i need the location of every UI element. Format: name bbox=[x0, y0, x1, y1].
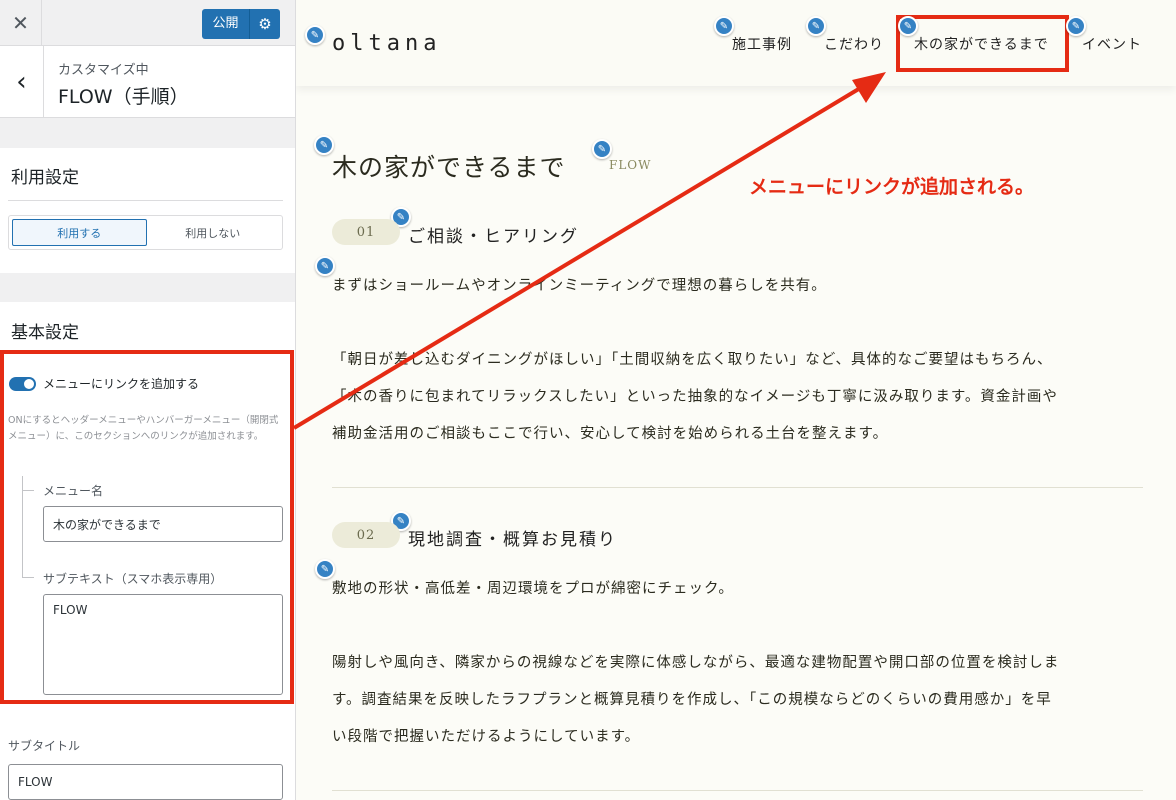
pencil-icon[interactable]: ✎ bbox=[592, 139, 612, 159]
highlight-box-settings bbox=[0, 350, 294, 704]
publish-label[interactable]: 公開 bbox=[202, 9, 250, 39]
step-number: 02 bbox=[332, 522, 400, 548]
chevron-left-icon: ‹ bbox=[16, 67, 27, 97]
step-title: ご相談・ヒアリング bbox=[408, 227, 579, 247]
section-subheading: FLOW bbox=[609, 158, 652, 172]
step-line: まずはショールームやオンラインミーティングで理想の暮らしを共有。 bbox=[332, 278, 827, 294]
step-number: 01 bbox=[332, 219, 400, 245]
section-heading: 木の家ができるまで bbox=[332, 153, 566, 182]
pencil-icon[interactable]: ✎ bbox=[305, 25, 325, 45]
step-line: 陽射しや風向き、隣家からの視線などを実際に体感しながら、最適な建物配置や開口部の… bbox=[332, 655, 1060, 671]
section-header: ‹ カスタマイズ中 FLOW（手順） bbox=[0, 46, 295, 118]
step-body: 敷地の形状・高低差・周辺環境をプロが綿密にチェック。 陽射しや風向き、隣家からの… bbox=[332, 571, 1142, 756]
step-line bbox=[332, 305, 1142, 342]
panel-gap bbox=[0, 118, 295, 148]
close-icon: ✕ bbox=[12, 11, 29, 35]
close-button[interactable]: ✕ bbox=[0, 0, 42, 46]
usage-toggle-group: 利用する 利用しない bbox=[8, 215, 283, 250]
usage-heading: 利用設定 bbox=[11, 168, 79, 188]
site-preview: oltana 施工事例 こだわり 木の家ができるまで イベント ✎ ✎ ✎ ✎ … bbox=[296, 0, 1176, 800]
site-logo[interactable]: oltana bbox=[332, 31, 441, 56]
panel-gap bbox=[0, 273, 295, 302]
nav-item-commitment[interactable]: こだわり bbox=[824, 34, 884, 54]
highlight-box-nav bbox=[896, 15, 1069, 72]
divider bbox=[8, 200, 283, 201]
usage-option-off[interactable]: 利用しない bbox=[147, 219, 280, 246]
step-line: 「朝日が差し込むダイニングがほしい」「土間収納を広く取りたい」など、具体的なご要… bbox=[332, 352, 1053, 368]
back-button[interactable]: ‹ bbox=[0, 46, 44, 118]
gear-icon[interactable]: ⚙ bbox=[250, 15, 280, 33]
section-title: FLOW（手順） bbox=[58, 86, 189, 108]
annotation-text: メニューにリンクが追加される。 bbox=[749, 177, 1035, 198]
pencil-icon[interactable]: ✎ bbox=[1066, 16, 1086, 36]
basic-heading: 基本設定 bbox=[11, 323, 79, 343]
customizer-sidebar: ✕ 公開 ⚙ ‹ カスタマイズ中 FLOW（手順） 利用設定 利用する 利用しな… bbox=[0, 0, 296, 800]
step-line: 「木の香りに包まれてリラックスしたい」といった抽象的なイメージも丁寧に汲み取りま… bbox=[332, 389, 1058, 405]
pencil-icon[interactable]: ✎ bbox=[806, 16, 826, 36]
usage-option-on[interactable]: 利用する bbox=[12, 219, 147, 246]
subtitle-input[interactable] bbox=[8, 764, 283, 800]
customizer-header: ✕ 公開 ⚙ bbox=[0, 0, 295, 46]
step-line: 敷地の形状・高低差・周辺環境をプロが綿密にチェック。 bbox=[332, 581, 734, 597]
pencil-icon[interactable]: ✎ bbox=[714, 16, 734, 36]
divider bbox=[332, 790, 1143, 791]
step-line bbox=[332, 608, 1142, 645]
pencil-icon[interactable]: ✎ bbox=[314, 135, 334, 155]
step-line: す。調査結果を反映したラフプランと概算見積りを作成し、「この規模ならどのくらいの… bbox=[332, 692, 1052, 708]
pencil-icon[interactable]: ✎ bbox=[898, 16, 918, 36]
step-title: 現地調査・概算お見積り bbox=[408, 530, 617, 550]
nav-item-event[interactable]: イベント bbox=[1082, 34, 1142, 54]
step-line: 補助金活用のご相談もここで行い、安心して検討を始められる土台を整えます。 bbox=[332, 426, 889, 442]
divider bbox=[332, 487, 1143, 488]
subtitle-label: サブタイトル bbox=[8, 739, 81, 753]
step-body: まずはショールームやオンラインミーティングで理想の暮らしを共有。 「朝日が差し込… bbox=[332, 268, 1142, 453]
breadcrumb: カスタマイズ中 bbox=[58, 63, 149, 78]
nav-item-works[interactable]: 施工事例 bbox=[732, 34, 792, 54]
publish-button[interactable]: 公開 ⚙ bbox=[202, 9, 280, 39]
step-line: い段階で把握いただけるようにしています。 bbox=[332, 729, 641, 745]
